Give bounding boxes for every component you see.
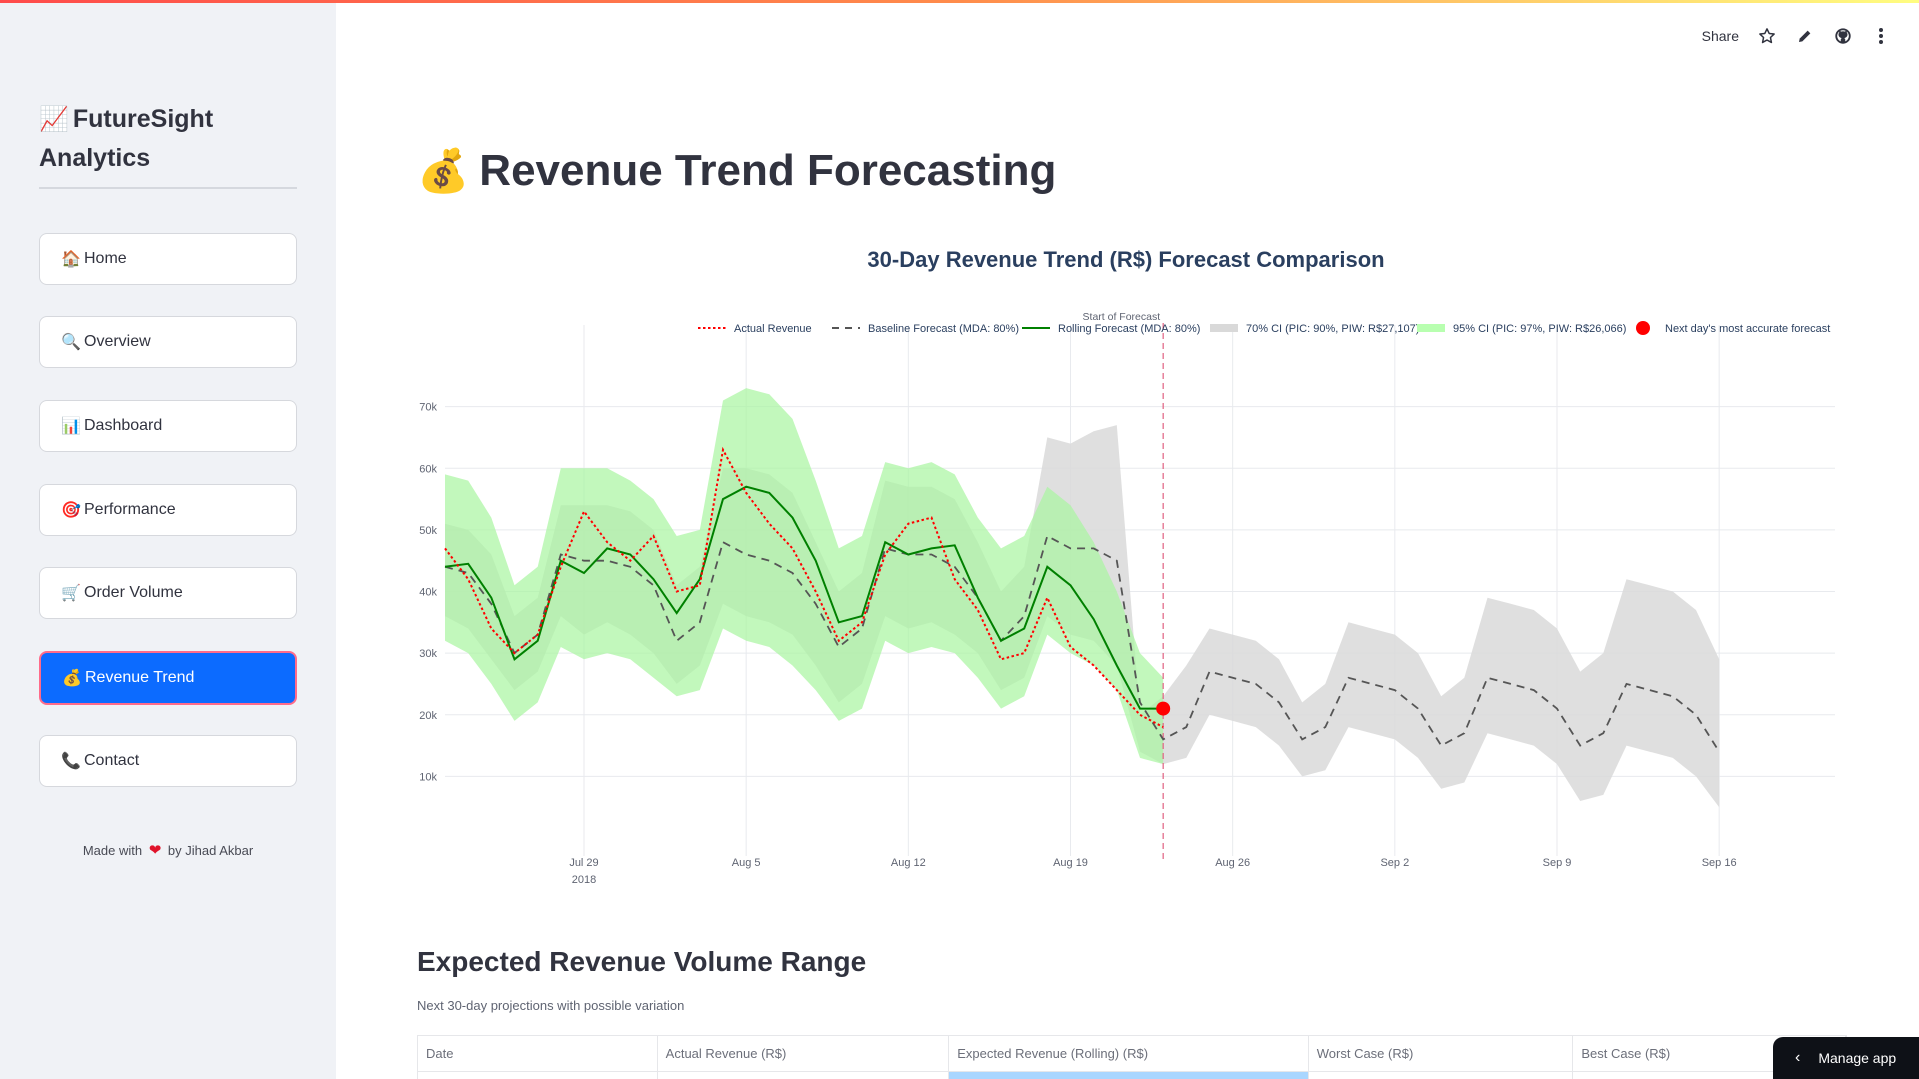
sidebar-item-label: Contact	[84, 752, 140, 769]
legend-swatch-band	[1417, 324, 1445, 332]
page-title: 💰 Revenue Trend Forecasting	[417, 146, 1057, 195]
table-column-header[interactable]: Expected Revenue (Rolling) (R$)	[949, 1036, 1309, 1071]
legend-item[interactable]: Baseline Forecast (MDA: 80%)	[832, 323, 1019, 335]
money-bag-icon: 💰	[62, 670, 82, 687]
brand-title: 📈 FutureSight Analytics	[39, 105, 214, 172]
shopping-cart-icon: 🛒	[61, 585, 81, 602]
forecast-start-annotation: Start of Forecast	[1083, 311, 1161, 323]
manage-app-button[interactable]: ‹ Manage app	[1773, 1037, 1919, 1079]
top-decoration-bar	[0, 0, 1919, 3]
x-tick-label: Sep 9	[1543, 857, 1572, 869]
y-tick-label: 10k	[419, 771, 437, 783]
sidebar: 📈 FutureSight Analytics 🏠 Home 🔍 Overview 📊 Da…	[0, 0, 336, 1079]
legend-item[interactable]: 95% CI (PIC: 97%, PIW: R$26,066)	[1417, 323, 1626, 335]
legend-swatch-marker	[1636, 321, 1650, 335]
github-icon[interactable]	[1833, 24, 1853, 48]
header-toolbar: Share	[1702, 24, 1891, 48]
sidebar-item-performance[interactable]: 🎯 Performance	[39, 484, 297, 536]
sidebar-item-label: Dashboard	[84, 417, 163, 434]
legend-label: Actual Revenue	[734, 323, 812, 335]
next-day-forecast-point	[1156, 701, 1171, 716]
target-icon: 🎯	[61, 502, 81, 519]
x-tick-label: Aug 19	[1053, 857, 1088, 869]
table-row[interactable]	[418, 1072, 1847, 1079]
y-tick-label: 20k	[419, 710, 437, 722]
legend-swatch-band	[1210, 324, 1238, 332]
legend-label: 95% CI (PIC: 97%, PIW: R$26,066)	[1453, 323, 1626, 335]
forecast-chart[interactable]: 10k 20k 30k 40k 50k 60k 70k Jul 29 2018 Aug 5 Aug …	[400, 300, 1860, 890]
x-tick-label: Jul 29	[569, 857, 598, 869]
legend-label: Next day's most accurate forecast	[1665, 323, 1830, 335]
star-icon[interactable]	[1757, 24, 1777, 48]
y-tick-label: 40k	[419, 587, 437, 599]
legend-label: Baseline Forecast (MDA: 80%)	[868, 323, 1019, 335]
section-subtitle: Next 30-day projections with possible va…	[417, 998, 685, 1013]
x-tick-label: Aug 12	[891, 857, 926, 869]
legend-item[interactable]: 70% CI (PIC: 90%, PIW: R$27,107)	[1210, 323, 1419, 335]
sidebar-footer: Made with ❤ by Jihad Akbar	[82, 842, 254, 859]
sidebar-item-dashboard[interactable]: 📊 Dashboard	[39, 400, 297, 452]
edit-icon[interactable]	[1795, 24, 1815, 48]
sidebar-item-label: Order Volume	[84, 584, 183, 601]
x-tick-sublabel: 2018	[572, 874, 596, 886]
heart-icon: ❤	[148, 842, 162, 859]
legend-item[interactable]: Next day's most accurate forecast	[1636, 321, 1830, 335]
house-icon: 🏠	[61, 251, 81, 268]
share-button[interactable]: Share	[1702, 28, 1739, 44]
legend-label: Rolling Forecast (MDA: 80%)	[1058, 323, 1200, 335]
chevron-left-icon: ‹	[1795, 1049, 1801, 1066]
table-column-header[interactable]: Actual Revenue (R$)	[658, 1036, 950, 1071]
sidebar-item-label: Revenue Trend	[85, 669, 195, 686]
y-tick-label: 30k	[419, 648, 437, 660]
legend-item[interactable]: Actual Revenue	[698, 323, 812, 335]
y-tick-label: 50k	[419, 525, 437, 537]
bar-chart-icon: 📊	[61, 418, 81, 435]
x-tick-label: Sep 2	[1380, 857, 1409, 869]
sidebar-item-revenue-trend[interactable]: 💰 Revenue Trend	[39, 651, 297, 705]
sidebar-item-overview[interactable]: 🔍 Overview	[39, 316, 297, 368]
sidebar-item-label: Home	[84, 250, 127, 267]
sidebar-item-contact[interactable]: 📞 Contact	[39, 735, 297, 787]
sidebar-item-label: Overview	[84, 333, 151, 350]
sidebar-item-label: Performance	[84, 501, 176, 518]
y-tick-label: 70k	[419, 402, 437, 414]
forecast-chart-svg[interactable]: 10k 20k 30k 40k 50k 60k 70k Jul 29 2018 Aug 5 Aug …	[400, 300, 1860, 890]
table-header: Date Actual Revenue (R$) Expected Revenue …	[418, 1036, 1846, 1072]
x-tick-label: Aug 26	[1215, 857, 1250, 869]
money-bag-icon: 💰	[417, 146, 470, 194]
chart-legend: Actual Revenue Baseline Forecast (MDA: 80…	[698, 321, 1830, 335]
section-title: Expected Revenue Volume Range	[417, 946, 867, 977]
telephone-icon: 📞	[61, 753, 81, 770]
table-column-header[interactable]: Worst Case (R$)	[1309, 1036, 1574, 1071]
legend-label: 70% CI (PIC: 90%, PIW: R$27,107)	[1246, 323, 1419, 335]
table-column-header[interactable]: Date	[418, 1036, 658, 1071]
chart-increasing-icon: 📈	[39, 106, 69, 133]
legend-item[interactable]: Rolling Forecast (MDA: 80%)	[1022, 323, 1200, 335]
sidebar-divider	[39, 187, 297, 189]
more-vertical-icon[interactable]	[1871, 24, 1891, 48]
sidebar-item-home[interactable]: 🏠 Home	[39, 233, 297, 285]
x-tick-label: Aug 5	[732, 857, 761, 869]
sidebar-item-order-volume[interactable]: 🛒 Order Volume	[39, 567, 297, 619]
chart-title: 30-Day Revenue Trend (R$) Forecast Compa…	[867, 247, 1385, 272]
projection-table[interactable]: Date Actual Revenue (R$) Expected Revenue …	[417, 1035, 1847, 1079]
x-tick-label: Sep 16	[1702, 857, 1737, 869]
y-tick-label: 60k	[419, 463, 437, 475]
magnifier-icon: 🔍	[61, 334, 81, 351]
